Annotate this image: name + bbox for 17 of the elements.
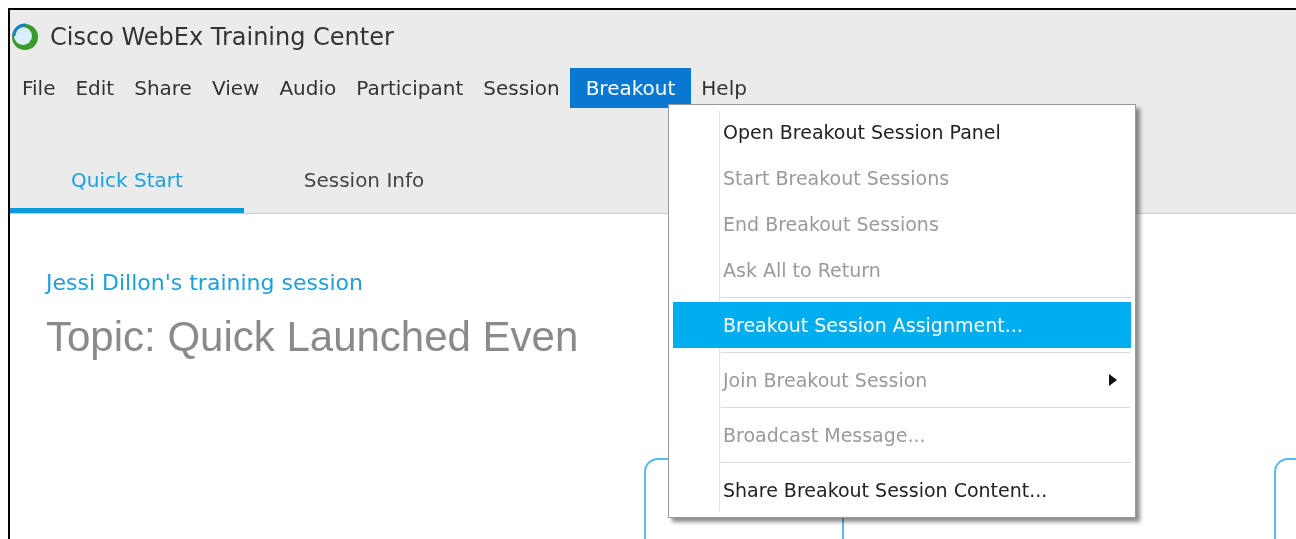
session-host-text: Jessi Dillon's training session — [46, 269, 363, 297]
topic-heading: Topic: Quick Launched Even — [46, 316, 579, 358]
menu-option[interactable]: Open Breakout Session Panel — [673, 109, 1131, 155]
menu-item[interactable]: Help — [691, 68, 757, 108]
menu-item[interactable]: Edit — [65, 68, 125, 108]
menu-item[interactable]: File — [12, 68, 66, 108]
menu-item[interactable]: Audio — [269, 68, 347, 108]
menu-item[interactable]: Session — [473, 68, 570, 108]
tab[interactable]: Session Info — [244, 151, 484, 213]
menu-item[interactable]: View — [201, 68, 270, 108]
window-title: Cisco WebEx Training Center — [50, 22, 394, 53]
app-logo-icon — [10, 22, 40, 52]
submenu-arrow-icon — [1109, 374, 1117, 386]
menu-option[interactable]: Share Breakout Session Content... — [673, 467, 1131, 513]
menu-item[interactable]: Share — [124, 68, 202, 108]
menu-item[interactable]: Breakout — [569, 68, 692, 108]
menu-item[interactable]: Participant — [346, 68, 474, 108]
